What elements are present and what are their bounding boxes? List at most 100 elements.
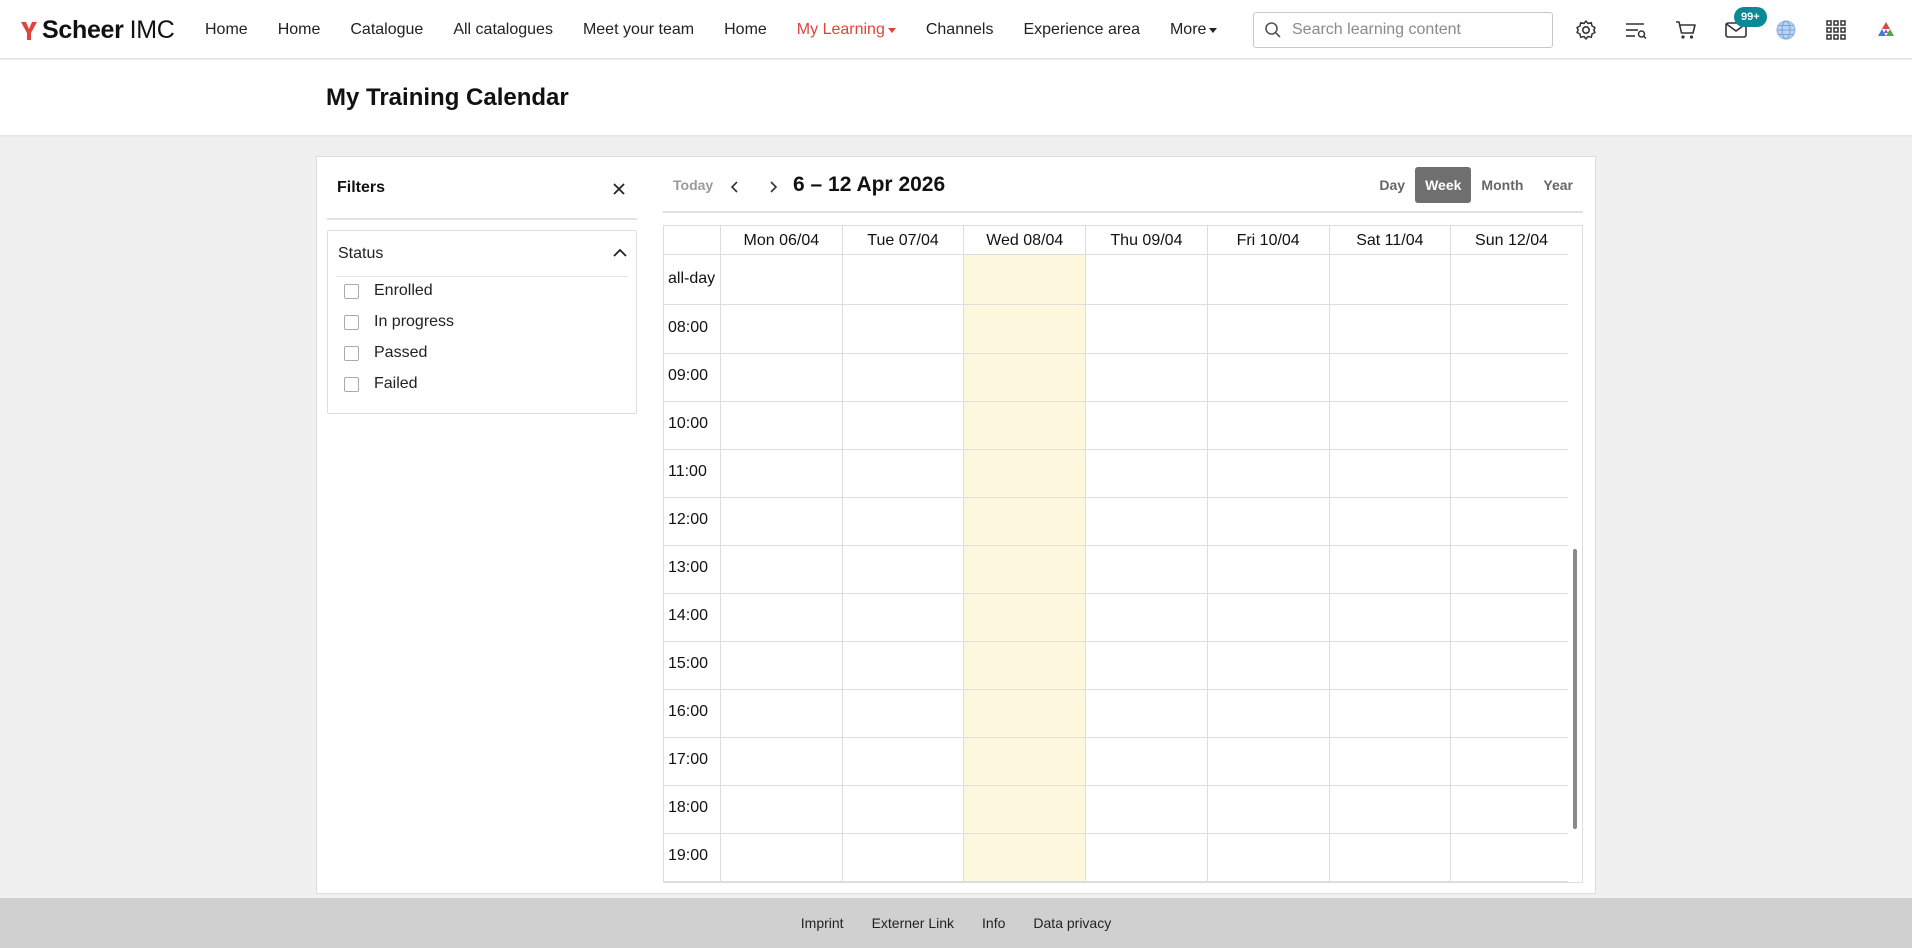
colorful-logo-icon[interactable] xyxy=(1873,17,1899,43)
time-label: 18:00 xyxy=(668,799,709,816)
status-option-enrolled[interactable]: Enrolled xyxy=(344,282,433,300)
status-option-in-progress[interactable]: In progress xyxy=(344,313,454,331)
nav-item-all-catalogues[interactable]: All catalogues xyxy=(453,21,553,39)
view-year-button[interactable]: Year xyxy=(1533,167,1583,203)
checkbox-label: Enrolled xyxy=(374,282,433,299)
apps-grid-icon[interactable] xyxy=(1823,17,1849,43)
hour-divider xyxy=(664,881,1568,882)
day-column[interactable] xyxy=(1206,255,1329,882)
time-label: 12:00 xyxy=(668,511,709,528)
nav-item-experience-area[interactable]: Experience area xyxy=(1023,21,1140,39)
nav-item-home[interactable]: Home xyxy=(205,21,248,39)
learning-list-icon[interactable] xyxy=(1623,17,1649,43)
cart-icon[interactable] xyxy=(1673,17,1699,43)
time-label: 08:00 xyxy=(668,319,709,336)
checkbox-label: Failed xyxy=(374,375,418,392)
week-grid: Mon 06/04 Tue 07/04 Wed 08/04 Thu 09/04 Fri … xyxy=(663,225,1583,883)
status-divider xyxy=(336,276,628,277)
day-header: Tue 07/04 xyxy=(841,226,964,255)
nav-item-home[interactable]: Home xyxy=(278,21,321,39)
view-month-button[interactable]: Month xyxy=(1471,167,1533,203)
day-column[interactable] xyxy=(841,255,964,882)
time-label: 17:00 xyxy=(668,751,709,768)
footer-link-data-privacy[interactable]: Data privacy xyxy=(1033,915,1111,931)
calendar-toolbar: Today 6 – 12 Apr 2026 Day Week Month Year xyxy=(663,157,1583,213)
nav-item-label: All catalogues xyxy=(453,20,553,38)
hour-divider xyxy=(664,833,1568,834)
day-column[interactable] xyxy=(1085,255,1207,882)
brand-name-bold: Scheer xyxy=(42,16,124,44)
nav-item-catalogue[interactable]: Catalogue xyxy=(350,21,423,39)
checkbox-label: Passed xyxy=(374,344,428,361)
status-option-failed[interactable]: Failed xyxy=(344,375,418,393)
chevron-left-icon xyxy=(730,181,738,193)
training-calendar: Today 6 – 12 Apr 2026 Day Week Month Year M… xyxy=(663,157,1583,895)
search-input[interactable] xyxy=(1292,21,1532,39)
close-icon xyxy=(613,183,625,195)
search-icon xyxy=(1265,22,1281,38)
footer-link-externer-link[interactable]: Externer Link xyxy=(872,915,954,931)
settings-icon[interactable] xyxy=(1573,17,1599,43)
nav-item-label: Home xyxy=(205,20,248,38)
day-column[interactable] xyxy=(1450,255,1572,882)
hour-divider xyxy=(664,641,1568,642)
nav-item-label: Catalogue xyxy=(350,20,424,38)
view-switcher: Day Week Month Year xyxy=(1369,167,1583,203)
status-filter-panel: Status Enrolled In progress Passed Failed xyxy=(327,230,637,414)
time-label: 13:00 xyxy=(668,559,709,576)
day-header: Thu 09/04 xyxy=(1085,226,1207,255)
hour-divider xyxy=(664,401,1568,402)
hour-divider xyxy=(664,737,1568,738)
scheer-logo-icon xyxy=(21,21,37,40)
nav-item-channels[interactable]: Channels xyxy=(926,21,994,39)
time-label: 10:00 xyxy=(668,415,709,432)
hour-divider xyxy=(664,593,1568,594)
day-header: Fri 10/04 xyxy=(1206,226,1329,255)
checkbox[interactable] xyxy=(344,345,359,361)
search-box[interactable] xyxy=(1253,12,1553,48)
filters-title: Filters xyxy=(337,179,386,196)
day-header-row: Mon 06/04 Tue 07/04 Wed 08/04 Thu 09/04 Fri … xyxy=(664,226,1568,255)
day-header: Mon 06/04 xyxy=(720,226,842,255)
footer-link-imprint[interactable]: Imprint xyxy=(801,915,844,931)
nav-item-home[interactable]: Home xyxy=(724,21,767,39)
time-label: 16:00 xyxy=(668,703,709,720)
nav-item-label: Experience area xyxy=(1023,20,1140,38)
checkbox[interactable] xyxy=(344,283,359,299)
nav-item-label: Meet your team xyxy=(582,20,695,38)
checkbox[interactable] xyxy=(344,314,359,330)
previous-week-button[interactable] xyxy=(725,177,745,197)
close-filters-button[interactable] xyxy=(609,179,629,199)
collapse-status-button[interactable] xyxy=(610,243,630,263)
chevron-up-icon xyxy=(613,248,627,257)
globe-icon[interactable] xyxy=(1773,17,1799,43)
day-column[interactable] xyxy=(720,255,842,882)
nav-item-more[interactable]: More xyxy=(1170,21,1218,39)
footer-link-info[interactable]: Info xyxy=(982,915,1005,931)
day-column[interactable] xyxy=(1328,255,1451,882)
scrollbar-thumb[interactable] xyxy=(1573,549,1577,829)
checkbox[interactable] xyxy=(344,376,359,392)
nav-item-label: Home xyxy=(277,20,321,38)
time-label: 11:00 xyxy=(668,463,707,480)
next-week-button[interactable] xyxy=(763,177,783,197)
mail-count-badge: 99+ xyxy=(1734,7,1767,27)
day-header: Sun 12/04 xyxy=(1450,226,1572,255)
day-column[interactable] xyxy=(963,255,1085,882)
brand-name-light: IMC xyxy=(129,16,175,44)
nav-item-label: Channels xyxy=(925,20,994,38)
today-button[interactable]: Today xyxy=(673,177,713,193)
hour-divider xyxy=(664,545,1568,546)
nav-item-my-learning[interactable]: My Learning xyxy=(797,21,896,39)
time-label: 14:00 xyxy=(668,607,709,624)
view-week-button[interactable]: Week xyxy=(1415,167,1472,203)
view-day-button[interactable]: Day xyxy=(1369,167,1415,203)
chevron-right-icon xyxy=(770,181,778,193)
nav-item-meet-your-team[interactable]: Meet your team xyxy=(583,21,694,39)
hour-divider xyxy=(664,353,1568,354)
day-header: Wed 08/04 xyxy=(963,226,1085,255)
filters-divider xyxy=(327,218,637,220)
status-option-passed[interactable]: Passed xyxy=(344,344,427,362)
scheer-imc-logo[interactable]: Scheer IMC xyxy=(20,16,175,45)
caret-down-icon xyxy=(887,28,896,33)
